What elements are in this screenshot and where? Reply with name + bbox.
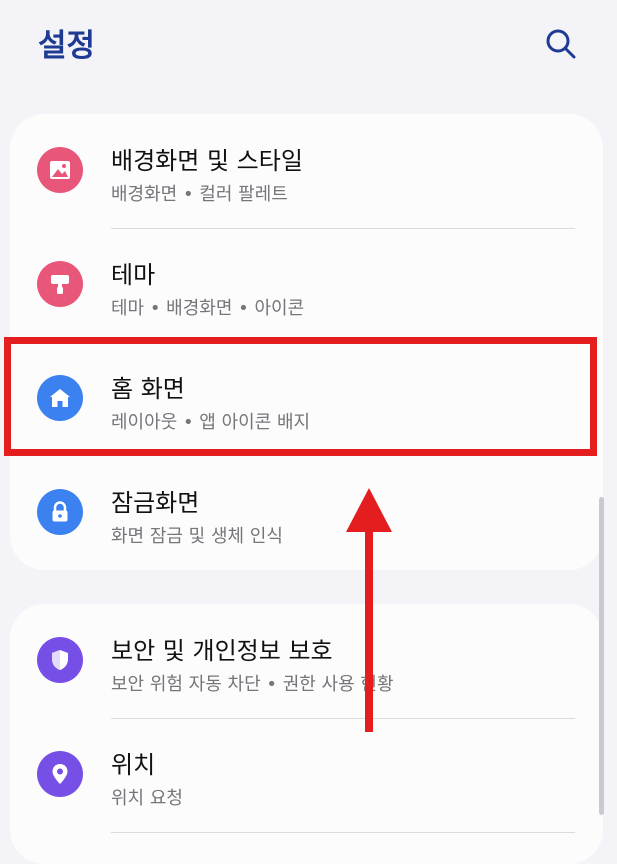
arrow-annotation xyxy=(346,488,392,732)
